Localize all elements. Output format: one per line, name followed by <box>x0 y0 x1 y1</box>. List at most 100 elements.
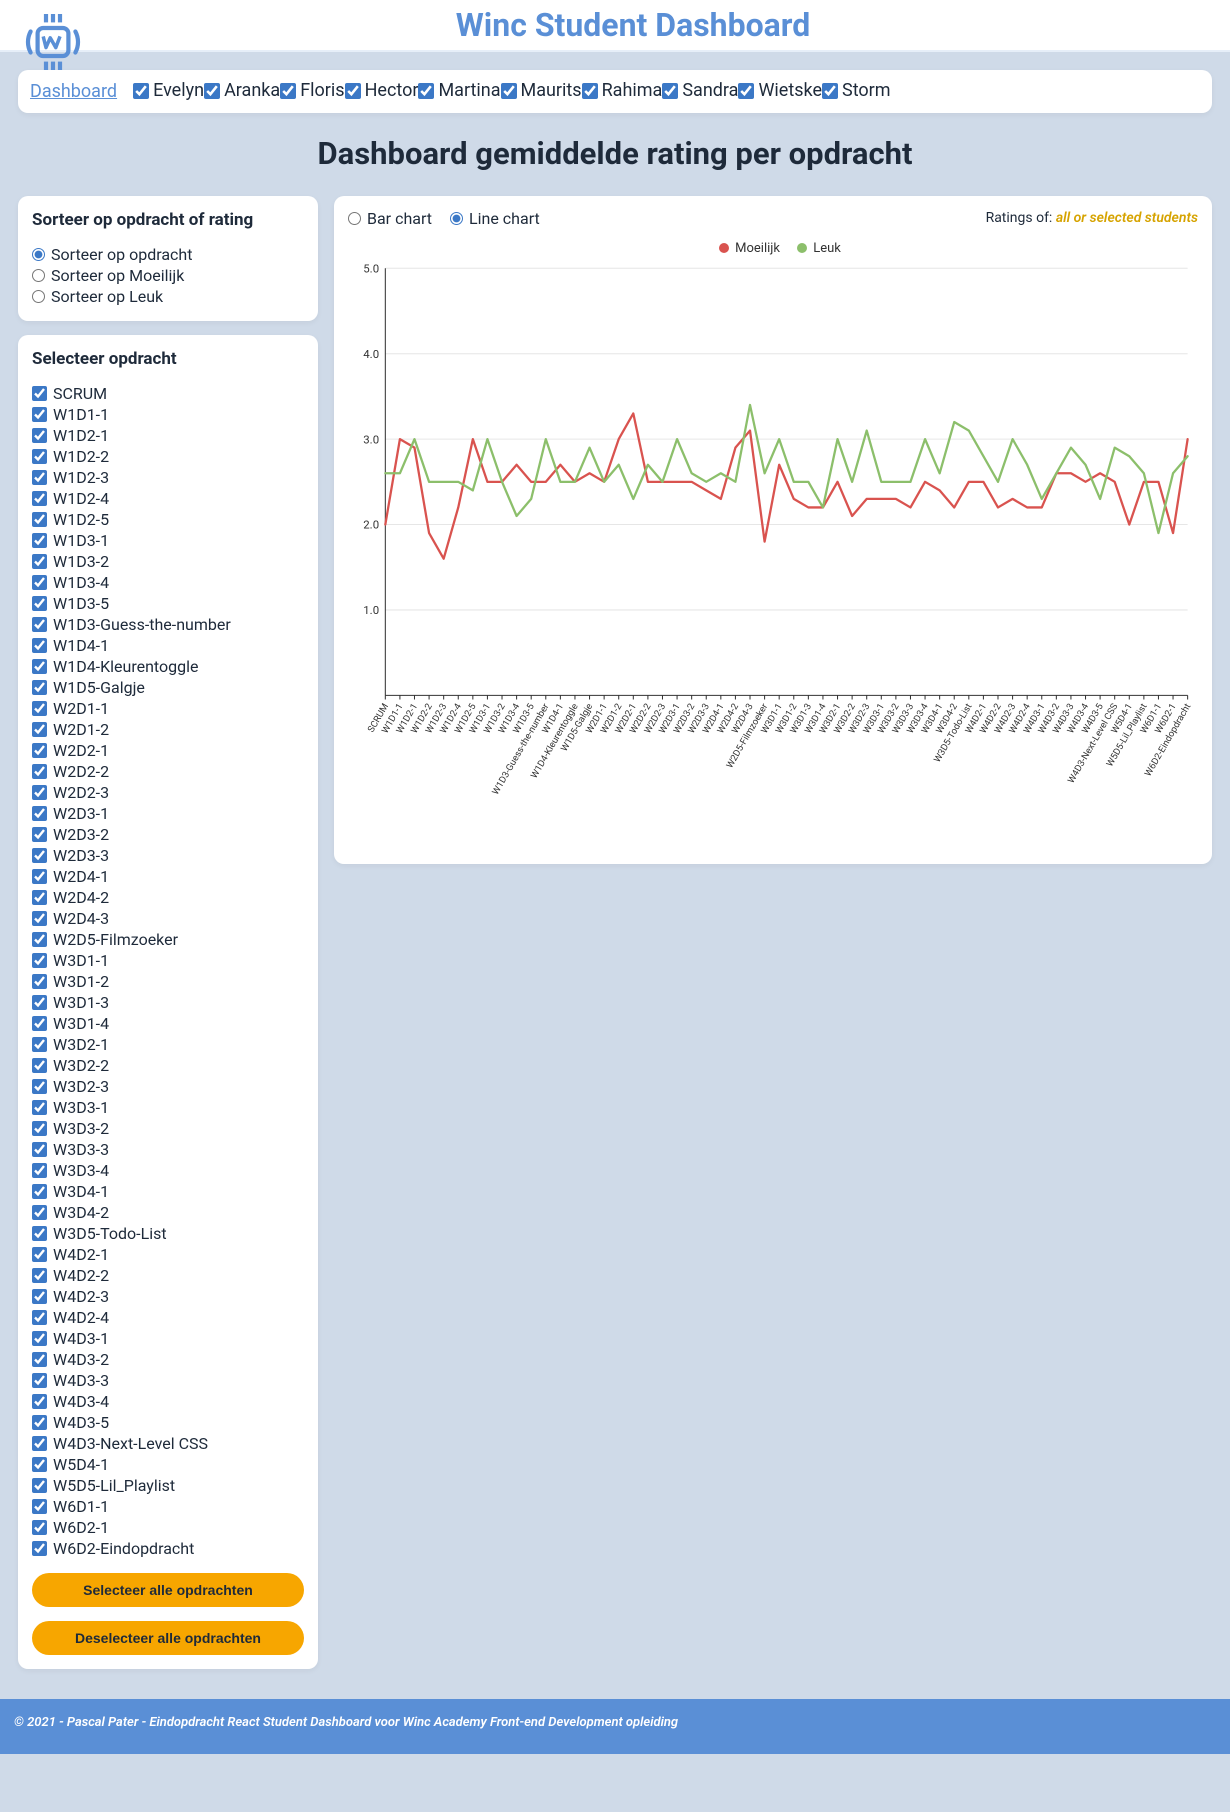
assign-row[interactable]: W3D5-Todo-List <box>32 1223 304 1244</box>
assign-row[interactable]: W4D3-Next-Level CSS <box>32 1433 304 1454</box>
assign-row[interactable]: W2D3-2 <box>32 824 304 845</box>
nav-student-hector[interactable]: Hector <box>345 80 419 101</box>
assign-row[interactable]: W5D5-Lil_Playlist <box>32 1475 304 1496</box>
assign-row[interactable]: W3D1-2 <box>32 971 304 992</box>
assign-checkbox[interactable] <box>32 743 47 758</box>
assign-checkbox[interactable] <box>32 533 47 548</box>
assign-checkbox[interactable] <box>32 1247 47 1262</box>
assign-row[interactable]: W1D2-3 <box>32 467 304 488</box>
assign-row[interactable]: W2D3-3 <box>32 845 304 866</box>
assign-checkbox[interactable] <box>32 491 47 506</box>
assign-checkbox[interactable] <box>32 1268 47 1283</box>
assign-checkbox[interactable] <box>32 638 47 653</box>
assign-checkbox[interactable] <box>32 1499 47 1514</box>
assign-row[interactable]: W1D3-5 <box>32 593 304 614</box>
assign-row[interactable]: W2D2-2 <box>32 761 304 782</box>
assign-row[interactable]: W1D3-1 <box>32 530 304 551</box>
select-all-button[interactable]: Selecteer alle opdrachten <box>32 1573 304 1607</box>
assign-checkbox[interactable] <box>32 554 47 569</box>
assign-row[interactable]: W3D2-3 <box>32 1076 304 1097</box>
nav-student-aranka[interactable]: Aranka <box>204 80 280 101</box>
assign-checkbox[interactable] <box>32 680 47 695</box>
assign-checkbox[interactable] <box>32 575 47 590</box>
assign-checkbox[interactable] <box>32 407 47 422</box>
assign-row[interactable]: W2D1-1 <box>32 698 304 719</box>
chart-type-option[interactable]: Bar chart <box>348 208 432 229</box>
assign-row[interactable]: W3D3-2 <box>32 1118 304 1139</box>
assign-row[interactable]: W6D2-1 <box>32 1517 304 1538</box>
assign-row[interactable]: W2D5-Filmzoeker <box>32 929 304 950</box>
assign-checkbox[interactable] <box>32 1142 47 1157</box>
sort-radio[interactable] <box>32 290 45 303</box>
assign-checkbox[interactable] <box>32 1310 47 1325</box>
assign-checkbox[interactable] <box>32 1184 47 1199</box>
student-checkbox[interactable] <box>582 83 598 99</box>
assign-row[interactable]: W3D1-3 <box>32 992 304 1013</box>
assign-checkbox[interactable] <box>32 386 47 401</box>
assign-checkbox[interactable] <box>32 1226 47 1241</box>
student-checkbox[interactable] <box>822 83 838 99</box>
assign-row[interactable]: W4D2-1 <box>32 1244 304 1265</box>
assign-row[interactable]: W1D4-Kleurentoggle <box>32 656 304 677</box>
assign-row[interactable]: W1D1-1 <box>32 404 304 425</box>
assign-checkbox[interactable] <box>32 1121 47 1136</box>
chart-type-option[interactable]: Line chart <box>450 208 540 229</box>
assign-row[interactable]: W3D2-2 <box>32 1055 304 1076</box>
assign-checkbox[interactable] <box>32 1058 47 1073</box>
assign-row[interactable]: W4D3-2 <box>32 1349 304 1370</box>
assign-checkbox[interactable] <box>32 848 47 863</box>
assign-row[interactable]: W2D4-2 <box>32 887 304 908</box>
assign-row[interactable]: SCRUM <box>32 383 304 404</box>
assign-checkbox[interactable] <box>32 596 47 611</box>
assign-checkbox[interactable] <box>32 911 47 926</box>
assign-row[interactable]: W3D4-2 <box>32 1202 304 1223</box>
nav-student-rahima[interactable]: Rahima <box>582 80 663 101</box>
assign-checkbox[interactable] <box>32 1436 47 1451</box>
assign-row[interactable]: W1D5-Galgje <box>32 677 304 698</box>
assign-row[interactable]: W3D3-1 <box>32 1097 304 1118</box>
student-checkbox[interactable] <box>418 83 434 99</box>
student-checkbox[interactable] <box>501 83 517 99</box>
assign-row[interactable]: W4D2-2 <box>32 1265 304 1286</box>
assign-checkbox[interactable] <box>32 1289 47 1304</box>
assign-row[interactable]: W1D2-5 <box>32 509 304 530</box>
assign-checkbox[interactable] <box>32 869 47 884</box>
assign-row[interactable]: W4D3-3 <box>32 1370 304 1391</box>
assign-row[interactable]: W1D2-1 <box>32 425 304 446</box>
chart-type-radio[interactable] <box>348 212 361 225</box>
student-checkbox[interactable] <box>204 83 220 99</box>
assign-row[interactable]: W4D3-1 <box>32 1328 304 1349</box>
assign-checkbox[interactable] <box>32 953 47 968</box>
assign-row[interactable]: W1D3-2 <box>32 551 304 572</box>
nav-student-wietske[interactable]: Wietske <box>738 80 822 101</box>
assign-checkbox[interactable] <box>32 701 47 716</box>
assign-checkbox[interactable] <box>32 1016 47 1031</box>
assign-row[interactable]: W2D3-1 <box>32 803 304 824</box>
assign-checkbox[interactable] <box>32 974 47 989</box>
assign-checkbox[interactable] <box>32 722 47 737</box>
assign-checkbox[interactable] <box>32 1478 47 1493</box>
assign-row[interactable]: W2D4-1 <box>32 866 304 887</box>
assign-checkbox[interactable] <box>32 932 47 947</box>
assign-row[interactable]: W1D3-Guess-the-number <box>32 614 304 635</box>
assign-checkbox[interactable] <box>32 1394 47 1409</box>
assign-checkbox[interactable] <box>32 1331 47 1346</box>
assign-row[interactable]: W1D4-1 <box>32 635 304 656</box>
assign-checkbox[interactable] <box>32 659 47 674</box>
assign-row[interactable]: W3D2-1 <box>32 1034 304 1055</box>
nav-student-evelyn[interactable]: Evelyn <box>133 80 204 101</box>
assign-row[interactable]: W3D1-1 <box>32 950 304 971</box>
assign-row[interactable]: W4D2-4 <box>32 1307 304 1328</box>
assign-checkbox[interactable] <box>32 1415 47 1430</box>
sort-option[interactable]: Sorteer op opdracht <box>32 244 304 265</box>
deselect-all-button[interactable]: Deselecteer alle opdrachten <box>32 1621 304 1655</box>
assign-checkbox[interactable] <box>32 1205 47 1220</box>
chart-type-radio[interactable] <box>450 212 463 225</box>
assign-row[interactable]: W3D3-4 <box>32 1160 304 1181</box>
assign-row[interactable]: W2D2-1 <box>32 740 304 761</box>
assign-checkbox[interactable] <box>32 1100 47 1115</box>
assign-row[interactable]: W1D3-4 <box>32 572 304 593</box>
nav-student-storm[interactable]: Storm <box>822 80 891 101</box>
assign-checkbox[interactable] <box>32 428 47 443</box>
assign-row[interactable]: W4D3-4 <box>32 1391 304 1412</box>
